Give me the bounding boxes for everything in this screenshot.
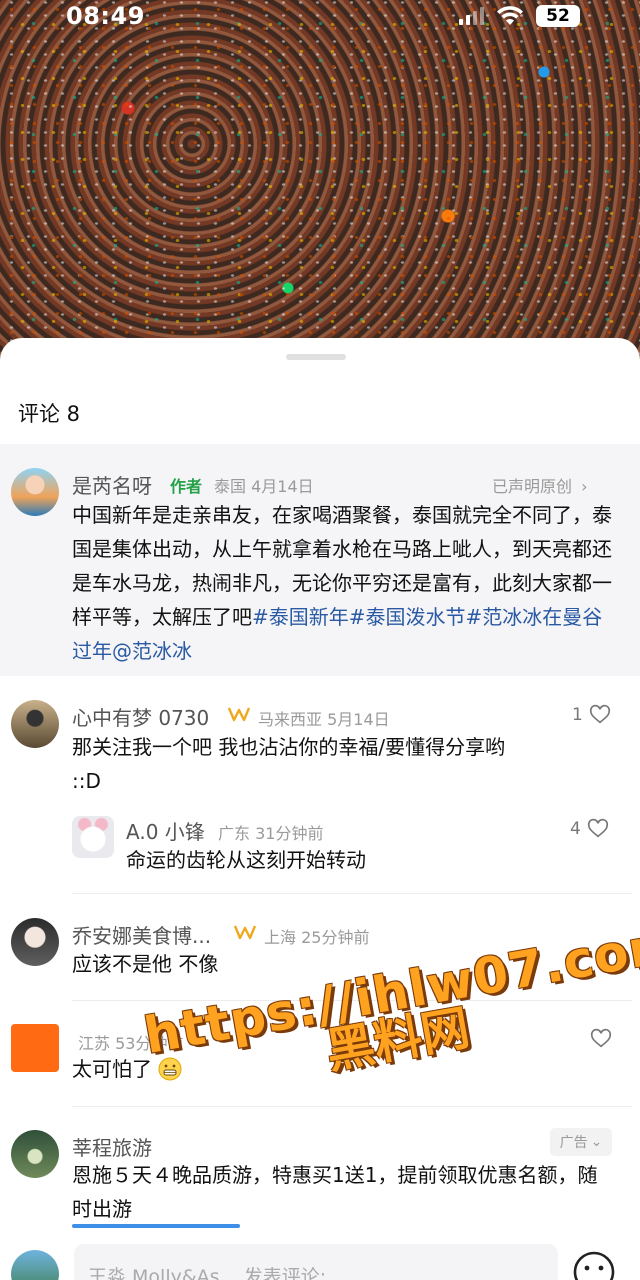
like-count: 1 [572, 705, 583, 725]
vip-badge-icon [228, 707, 250, 722]
ad-tag-label: 广告 [559, 1135, 588, 1151]
commenter-name[interactable]: 乔安娜美食博... [72, 920, 211, 949]
heart-icon [590, 1028, 612, 1048]
divider [72, 1106, 632, 1107]
vip-badge-icon [234, 925, 256, 940]
like-button[interactable]: 1 [572, 704, 611, 726]
sheet-grabber-handle[interactable] [286, 354, 346, 360]
like-button[interactable]: 4 [570, 818, 609, 840]
comment-location-date: 广东 31分钟前 [218, 824, 324, 843]
comment-location-date: 上海 25分钟前 [264, 928, 370, 947]
comments-title: 评论 8 [18, 402, 81, 426]
wifi-icon [497, 6, 523, 25]
comment-text-emoticon: ::D [72, 769, 101, 793]
author-badge: 作者 [170, 477, 203, 496]
advertiser-name[interactable]: 莘程旅游 [72, 1132, 152, 1161]
cellular-signal-icon [459, 7, 484, 25]
heart-icon [587, 818, 608, 838]
author-comment[interactable]: 是芮名呀 作者 泰国 4月14日 已声明原创 › 中国新年是走亲串友，在家喝酒聚… [0, 444, 640, 676]
advertiser-avatar[interactable] [11, 1130, 59, 1178]
comment-text: 命运的齿轮从这刻开始转动 [126, 848, 366, 872]
comments-sheet: 评论 8 是芮名呀 作者 泰国 4月14日 已声明原创 › 中国新年是走亲串友，… [0, 338, 640, 1280]
avatar[interactable] [11, 918, 59, 966]
commenter-name[interactable]: 是芮名呀 [72, 470, 152, 499]
chevron-right-icon: › [581, 477, 588, 496]
comment-location-date: 江苏 53分钟前 [78, 1034, 184, 1053]
comment-text: 那关注我一个吧 我也沾沾你的幸福/要懂得分享哟 [72, 735, 506, 759]
video-background[interactable] [0, 0, 640, 360]
chevron-down-icon: ⌄ [590, 1134, 603, 1150]
ad-tag-button[interactable]: 广告 ⌄ [550, 1128, 612, 1156]
comment-text: 太可怕了 [72, 1052, 612, 1086]
like-button[interactable] [590, 1028, 612, 1050]
crowd-image [0, 0, 640, 360]
comment-body: 太可怕了 [72, 1057, 152, 1081]
divider [72, 1000, 632, 1001]
original-declared-label: 已声明原创 [492, 477, 573, 496]
status-bar: 08:49 52 [0, 0, 640, 32]
grimace-emoji-icon [158, 1057, 182, 1081]
avatar[interactable] [11, 700, 59, 748]
emoji-button-icon[interactable] [572, 1250, 616, 1280]
comment-input[interactable]: 王淼 Molly&As... 发表评论: [74, 1244, 558, 1280]
ad-progress-bar [72, 1224, 240, 1228]
avatar[interactable] [11, 1024, 59, 1072]
original-declared-link[interactable]: 已声明原创 › [492, 473, 588, 497]
status-time: 08:49 [66, 2, 145, 30]
comment-text: 应该不是他 不像 [72, 952, 219, 976]
commenter-name[interactable]: A.0 小锋 [126, 816, 205, 845]
comment-composer: 王淼 Molly&As... 发表评论: [0, 1238, 640, 1280]
avatar[interactable] [11, 468, 59, 516]
like-count: 4 [570, 819, 581, 839]
my-avatar[interactable] [11, 1250, 59, 1280]
battery-indicator: 52 [536, 5, 580, 27]
comment-location-date: 泰国 4月14日 [214, 477, 314, 496]
ad-text[interactable]: 恩施５天４晚品质游，特惠买1送1，提前领取优惠名额，随时出游 [72, 1158, 612, 1226]
watermark-url: https://ihlw07.com [140, 913, 640, 1066]
commenter-name[interactable]: 心中有梦 0730 [72, 702, 209, 731]
comment-location-date: 马来西亚 5月14日 [258, 710, 390, 729]
comment-text: 中国新年是走亲串友，在家喝酒聚餐，泰国就完全不同了，泰国是集体出动，从上午就拿着… [72, 498, 620, 668]
divider [72, 893, 632, 894]
status-indicators: 52 [459, 5, 580, 27]
heart-icon [589, 704, 610, 724]
avatar[interactable] [72, 816, 114, 858]
